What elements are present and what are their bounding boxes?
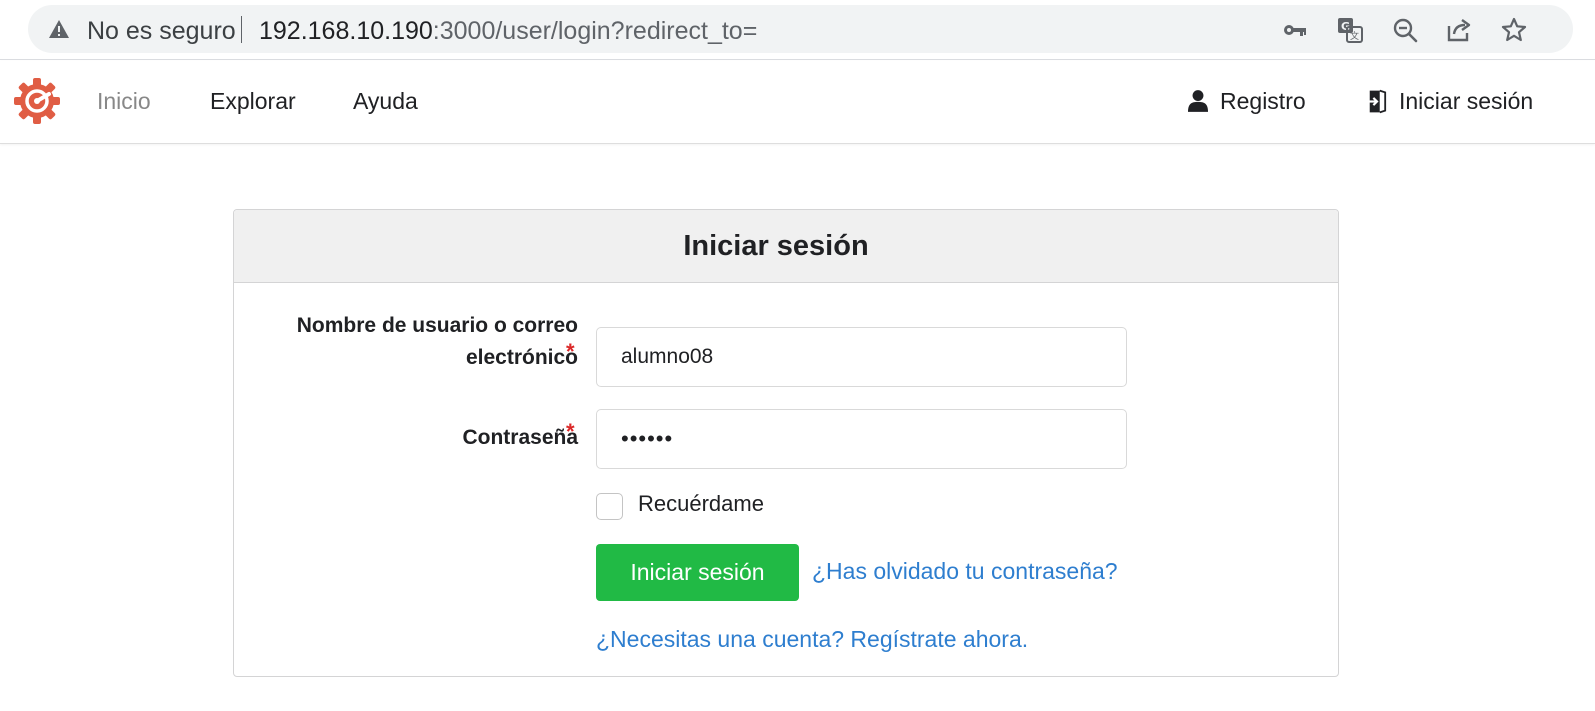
nav-register-label: Registro (1220, 87, 1306, 114)
key-icon[interactable] (1281, 16, 1309, 44)
translate-icon[interactable]: G文 (1336, 16, 1364, 44)
password-input[interactable] (596, 409, 1127, 469)
login-form: Iniciar sesión Nombre de usuario o corre… (233, 209, 1339, 677)
warning-icon[interactable] (48, 19, 70, 39)
url-text[interactable]: 192.168.10.190:3000/user/login?redirect_… (259, 17, 757, 46)
sign-in-icon (1367, 89, 1387, 113)
browser-toolbar: No es seguro 192.168.10.190:3000/user/lo… (0, 0, 1595, 60)
forgot-password-link[interactable]: ¿Has olvidado tu contraseña? (812, 558, 1118, 585)
register-link[interactable]: ¿Necesitas una cuenta? Regístrate ahora. (596, 626, 1028, 653)
nav-register[interactable]: Registro (1188, 86, 1306, 116)
share-icon[interactable] (1445, 16, 1473, 44)
username-label: Nombre de usuario o correo electrónico (297, 310, 578, 374)
nav-signin[interactable]: Iniciar sesión (1367, 86, 1533, 116)
remember-label[interactable]: Recuérdame (638, 491, 764, 517)
zoom-out-icon[interactable] (1391, 16, 1419, 44)
username-label-line2: electrónico (465, 346, 578, 369)
nav-inicio[interactable]: Inicio (97, 88, 151, 115)
login-card-header: Iniciar sesión (234, 210, 1338, 283)
address-bar[interactable]: No es seguro 192.168.10.190:3000/user/lo… (28, 5, 1573, 53)
password-required-mark: * (566, 419, 575, 444)
site-navbar: Inicio Explorar Ayuda Registro Iniciar s… (0, 61, 1595, 144)
gitea-logo[interactable] (13, 77, 61, 125)
url-host: 192.168.10.190 (259, 17, 433, 45)
username-required-mark: * (566, 339, 575, 364)
username-input[interactable] (596, 327, 1127, 387)
password-label: Contraseña (462, 426, 578, 449)
svg-text:文: 文 (1350, 30, 1359, 42)
remember-checkbox[interactable] (596, 493, 623, 520)
star-icon[interactable] (1500, 16, 1528, 44)
nav-explorar[interactable]: Explorar (210, 88, 296, 115)
nav-signin-label: Iniciar sesión (1399, 87, 1534, 114)
nav-ayuda[interactable]: Ayuda (353, 88, 418, 115)
url-path: :3000/user/login?redirect_to= (432, 17, 758, 45)
security-status[interactable]: No es seguro (87, 17, 236, 46)
login-title: Iniciar sesión (683, 230, 869, 262)
user-icon (1188, 90, 1208, 112)
divider (241, 16, 242, 43)
username-label-line1: Nombre de usuario o correo (296, 314, 578, 337)
signin-button[interactable]: Iniciar sesión (596, 544, 799, 601)
